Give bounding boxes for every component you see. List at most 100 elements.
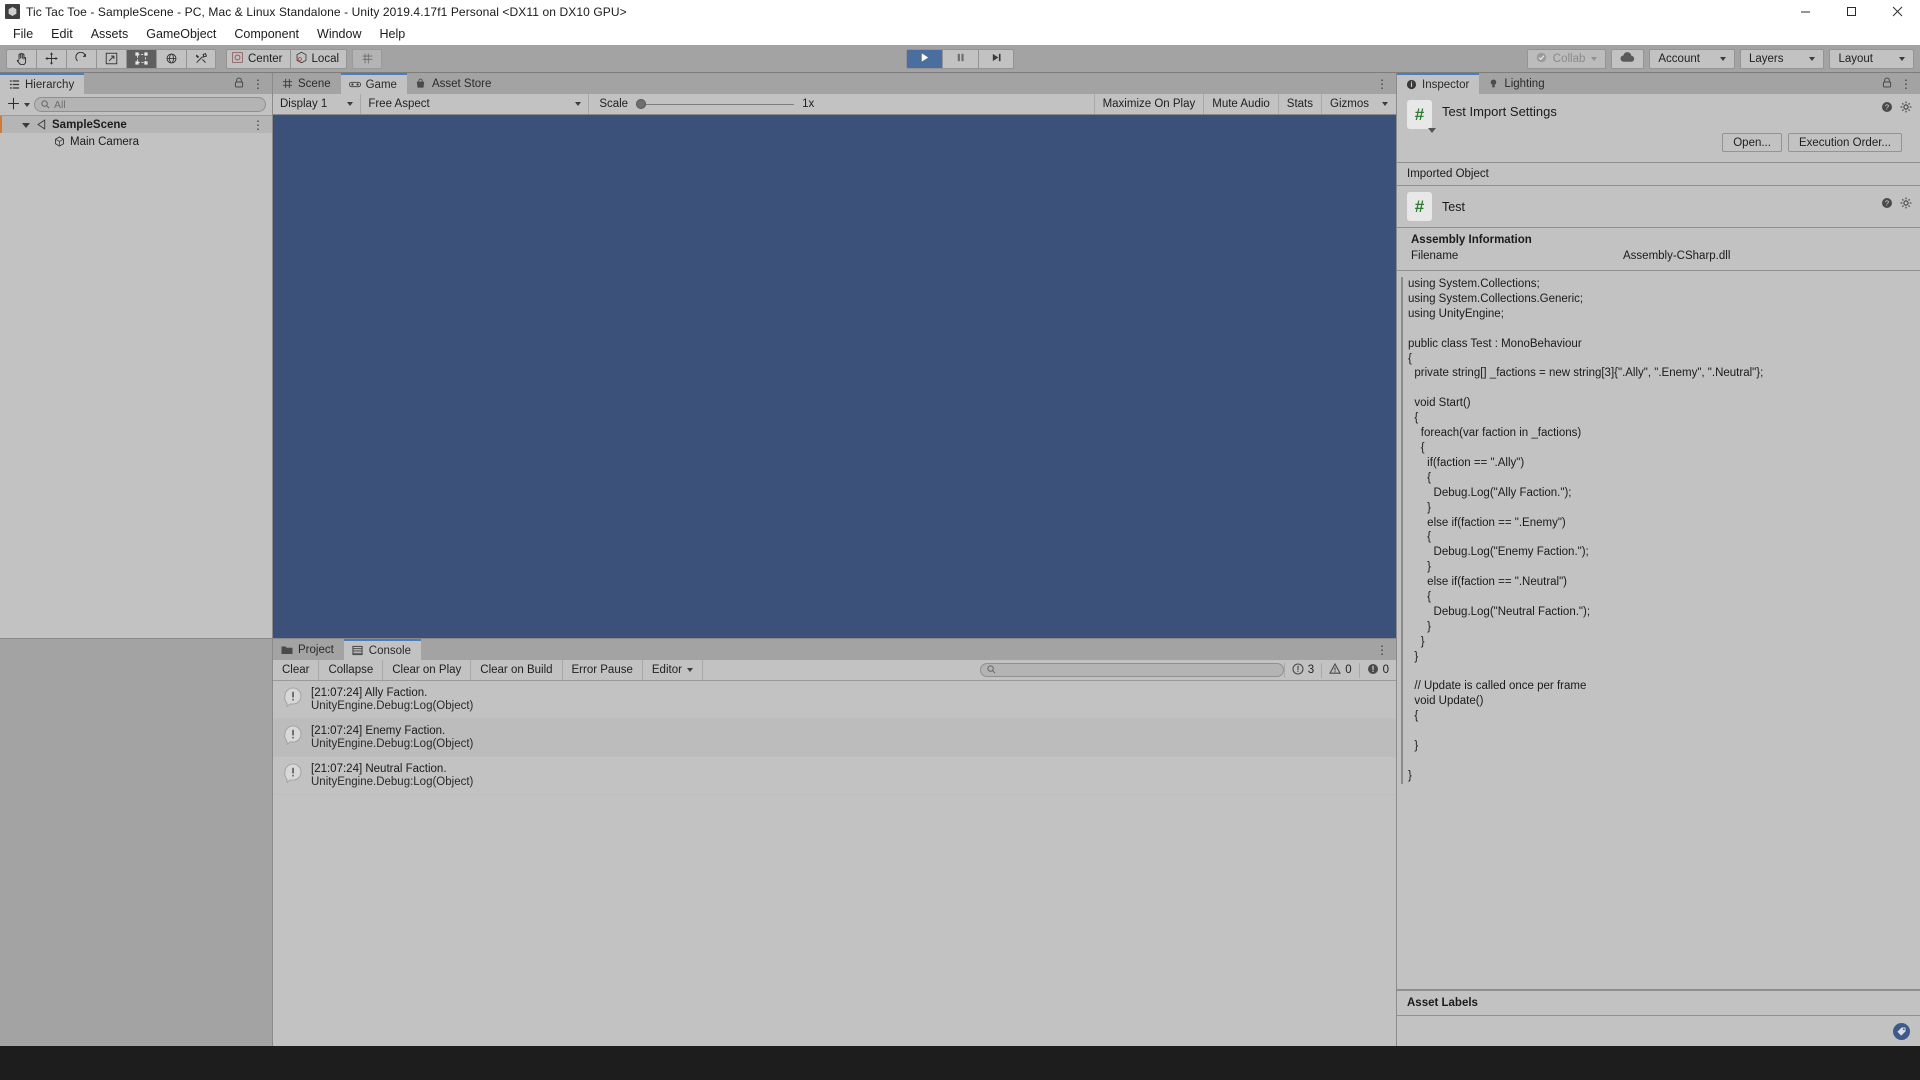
pivot-mode-button[interactable]: Center xyxy=(226,48,290,69)
hierarchy-item-main-camera[interactable]: Main Camera xyxy=(0,133,272,150)
console-message-row[interactable]: [21:07:24] Ally Faction. UnityEngine.Deb… xyxy=(273,681,1396,719)
mute-audio-button[interactable]: Mute Audio xyxy=(1203,94,1278,114)
console-message-list[interactable]: [21:07:24] Ally Faction. UnityEngine.Deb… xyxy=(273,681,1396,1046)
play-button[interactable] xyxy=(906,48,942,69)
kebab-menu-icon[interactable]: ⋮ xyxy=(1376,644,1388,656)
menu-gameobject[interactable]: GameObject xyxy=(137,24,225,44)
window-title: Tic Tac Toe - SampleScene - PC, Mac & Li… xyxy=(26,4,627,19)
collab-button[interactable]: Collab xyxy=(1526,48,1607,69)
tab-lighting-label: Lighting xyxy=(1504,77,1545,90)
space-mode-button[interactable]: Local xyxy=(289,48,348,69)
script-preview-inner: using System.Collections; using System.C… xyxy=(1401,277,1920,784)
left-splitter[interactable] xyxy=(0,638,272,639)
tab-project[interactable]: Project xyxy=(273,639,344,660)
hierarchy-list[interactable]: SampleScene ⋮ Main Camera xyxy=(0,116,272,638)
grid-snap-button[interactable] xyxy=(352,48,383,69)
add-gameobject-button[interactable]: ＋ xyxy=(6,97,31,112)
clear-on-play-button[interactable]: Clear on Play xyxy=(383,660,472,680)
kebab-menu-icon[interactable]: ⋮ xyxy=(252,78,264,90)
menu-help[interactable]: Help xyxy=(370,24,414,44)
code-line: Debug.Log("Enemy Faction."); xyxy=(1408,546,1589,559)
mute-audio-label: Mute Audio xyxy=(1212,98,1270,110)
layers-button[interactable]: Layers xyxy=(1739,48,1825,69)
menu-window[interactable]: Window xyxy=(308,24,370,44)
lock-icon[interactable] xyxy=(1882,75,1892,93)
script-preview: using System.Collections; using System.C… xyxy=(1397,270,1920,990)
collapse-button[interactable]: Collapse xyxy=(319,660,384,680)
display-dropdown[interactable]: Display 1 xyxy=(273,94,362,114)
clear-button[interactable]: Clear xyxy=(273,660,320,680)
scale-slider-knob[interactable] xyxy=(636,99,647,109)
tab-asset-store[interactable]: Asset Store xyxy=(406,73,502,94)
csharp-script-icon: # xyxy=(1407,192,1432,221)
console-search-input[interactable] xyxy=(979,663,1284,677)
open-button[interactable]: Open... xyxy=(1722,133,1782,152)
minimize-button[interactable] xyxy=(1782,0,1828,23)
gear-icon[interactable] xyxy=(1900,100,1912,118)
game-view-panel: Scene Game Asset Store ⋮ Display 1 Free … xyxy=(273,73,1396,638)
layout-button[interactable]: Layout xyxy=(1829,48,1914,69)
code-line: foreach(var faction in _factions) xyxy=(1408,427,1582,440)
scale-tool-button[interactable] xyxy=(96,48,126,69)
clear-on-build-button[interactable]: Clear on Build xyxy=(471,660,563,680)
cloud-button[interactable] xyxy=(1611,48,1645,69)
error-counter[interactable]: 0 xyxy=(1358,662,1396,678)
status-bar xyxy=(0,1046,1920,1080)
info-counter[interactable]: 3 xyxy=(1283,662,1321,678)
error-icon xyxy=(1367,663,1379,678)
hierarchy-search-input[interactable]: All xyxy=(34,97,266,112)
console-message-row[interactable]: [21:07:24] Neutral Faction. UnityEngine.… xyxy=(273,757,1396,795)
custom-tool-button[interactable] xyxy=(186,48,216,69)
editor-dropdown[interactable]: Editor xyxy=(643,660,703,680)
code-line: private string[] _factions = new string[… xyxy=(1408,367,1764,380)
scale-slider[interactable] xyxy=(636,98,795,110)
help-icon[interactable]: ? xyxy=(1881,196,1893,214)
tab-lighting[interactable]: Lighting xyxy=(1479,73,1555,94)
chevron-down-icon xyxy=(1809,56,1816,61)
help-icon[interactable]: ? xyxy=(1881,100,1893,118)
chevron-down-icon[interactable] xyxy=(22,123,30,128)
error-pause-button[interactable]: Error Pause xyxy=(563,660,643,680)
kebab-menu-icon[interactable]: ⋮ xyxy=(1900,78,1912,90)
console-toolbar: Clear Collapse Clear on Play Clear on Bu… xyxy=(273,660,1396,681)
gear-icon[interactable] xyxy=(1900,196,1912,214)
step-button[interactable] xyxy=(978,48,1014,69)
tab-console-label: Console xyxy=(368,644,411,657)
hierarchy-item-samplescene[interactable]: SampleScene ⋮ xyxy=(0,116,272,133)
tab-hierarchy[interactable]: Hierarchy xyxy=(0,73,85,94)
execution-order-button[interactable]: Execution Order... xyxy=(1787,133,1902,152)
menu-component[interactable]: Component xyxy=(225,24,308,44)
move-tool-button[interactable] xyxy=(36,48,66,69)
tab-scene[interactable]: Scene xyxy=(273,73,341,94)
gizmos-button[interactable]: Gizmos xyxy=(1321,94,1396,114)
code-line: else if(faction == ".Neutral") xyxy=(1408,576,1568,589)
warning-counter[interactable]: 0 xyxy=(1321,662,1358,678)
code-line: } xyxy=(1408,501,1432,514)
maximize-button[interactable] xyxy=(1828,0,1874,23)
tab-inspector[interactable]: Inspector xyxy=(1397,73,1480,94)
account-button[interactable]: Account xyxy=(1649,48,1735,69)
code-line: } xyxy=(1408,620,1432,633)
aspect-dropdown[interactable]: Free Aspect xyxy=(361,94,590,114)
hand-tool-button[interactable] xyxy=(6,48,36,69)
chevron-down-icon xyxy=(347,102,354,106)
menu-file[interactable]: File xyxy=(4,24,42,44)
menu-edit[interactable]: Edit xyxy=(42,24,82,44)
console-message-row[interactable]: [21:07:24] Enemy Faction. UnityEngine.De… xyxy=(273,719,1396,757)
tab-console[interactable]: Console xyxy=(343,639,421,660)
rotate-tool-button[interactable] xyxy=(66,48,96,69)
stats-button[interactable]: Stats xyxy=(1277,94,1321,114)
kebab-menu-icon[interactable]: ⋮ xyxy=(1376,78,1388,90)
maximize-on-play-button[interactable]: Maximize On Play xyxy=(1093,94,1204,114)
menu-assets[interactable]: Assets xyxy=(82,24,138,44)
transform-tool-button[interactable] xyxy=(156,48,186,69)
tag-icon[interactable] xyxy=(1893,1022,1910,1040)
kebab-menu-icon[interactable]: ⋮ xyxy=(252,119,272,131)
lock-icon[interactable] xyxy=(234,75,244,93)
pause-button[interactable] xyxy=(942,48,978,69)
rect-tool-button[interactable] xyxy=(126,48,156,69)
close-button[interactable] xyxy=(1874,0,1920,23)
inspector-header: # Test Import Settings ? Open... Executi… xyxy=(1397,94,1920,162)
game-view-canvas[interactable] xyxy=(273,115,1396,638)
tab-game[interactable]: Game xyxy=(340,73,407,94)
